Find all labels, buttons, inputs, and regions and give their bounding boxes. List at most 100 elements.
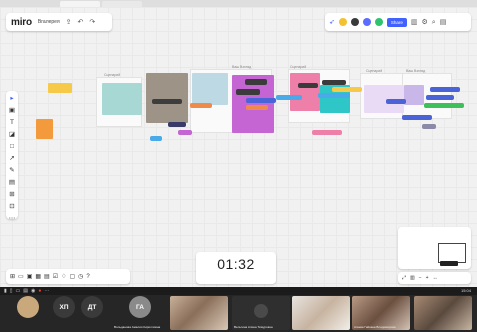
avatar[interactable] <box>350 18 359 26</box>
cursor-icon[interactable]: ▸ <box>10 95 13 102</box>
frame-icon[interactable]: ▣ <box>9 107 15 114</box>
search-icon[interactable]: ⌕ <box>432 19 436 26</box>
comment-icon[interactable]: ▤ <box>9 179 15 186</box>
text-tag[interactable] <box>168 122 186 127</box>
video-icon[interactable]: ▢ <box>70 273 76 280</box>
text-tag[interactable] <box>276 95 302 100</box>
settings-icon[interactable]: ⚙ <box>422 19 428 26</box>
upload-icon[interactable]: ⇪ <box>66 19 72 26</box>
comment-icon[interactable]: ▭ <box>18 273 24 280</box>
text-tag[interactable] <box>386 99 406 104</box>
grid-icon[interactable]: ⊞ <box>10 273 15 280</box>
minimap-viewport[interactable] <box>438 243 466 263</box>
undo-icon[interactable]: ↶ <box>78 19 84 26</box>
expand-icon[interactable]: ↔ <box>433 275 438 281</box>
text-icon[interactable]: T <box>10 119 14 126</box>
more-icon[interactable]: ⋯ <box>44 288 49 294</box>
timer-widget[interactable]: 01:32 <box>196 252 276 284</box>
participant-avatar: ДТ <box>81 296 103 318</box>
minimap[interactable] <box>398 227 471 269</box>
chat-icon[interactable]: ▤ <box>23 288 28 294</box>
clock: 15:04 <box>460 288 471 293</box>
layout-icon[interactable]: ▦ <box>35 273 41 280</box>
fit-icon[interactable]: ⤢ <box>402 275 406 281</box>
zoom-out-icon[interactable]: − <box>419 275 422 281</box>
board-name[interactable]: Вгалерея <box>38 19 60 25</box>
text-tag[interactable] <box>150 136 162 141</box>
participant-video[interactable]: Вельтина Алина Тимуровна <box>232 296 290 330</box>
chart-icon[interactable]: ▥ <box>411 19 418 26</box>
checklist-icon[interactable]: ☑ <box>53 273 58 280</box>
text-tag[interactable] <box>318 93 350 98</box>
text-tag[interactable] <box>332 87 362 92</box>
avatar[interactable] <box>374 18 383 26</box>
participant-video[interactable]: Агаева Гайкана Владимирова <box>352 296 410 330</box>
upload-icon[interactable]: ⊡ <box>9 203 14 210</box>
text-tag[interactable] <box>298 83 318 88</box>
participant-tile[interactable]: ДТ <box>78 296 106 330</box>
people-icon[interactable]: ◉ <box>31 288 35 294</box>
text-tag[interactable] <box>245 79 267 85</box>
video-icon[interactable]: ▯ <box>10 288 13 294</box>
map-icon[interactable]: ▥ <box>410 275 415 281</box>
bottom-toolbar: ⊞ ▭ ▣ ▦ ▤ ☑ ♢ ▢ ◷ ? <box>6 269 130 284</box>
board-header-bar: miro Вгалерея ⇪ ↶ ↷ <box>6 13 112 31</box>
participant-video[interactable] <box>414 296 472 330</box>
text-tag[interactable] <box>246 98 276 103</box>
participant-video[interactable] <box>170 296 228 330</box>
pen-icon[interactable]: ✎ <box>9 167 14 174</box>
redo-icon[interactable]: ↷ <box>89 19 95 26</box>
shape-icon[interactable]: □ <box>10 143 14 150</box>
text-tag[interactable] <box>312 130 342 135</box>
participant-video[interactable] <box>292 296 350 330</box>
share-button[interactable]: Share <box>386 17 407 27</box>
text-tag[interactable] <box>322 80 346 85</box>
avatar[interactable] <box>338 18 347 26</box>
text-tag[interactable] <box>422 124 436 129</box>
text-tag[interactable] <box>246 105 268 110</box>
sticky-note[interactable] <box>290 73 320 111</box>
notes-icon[interactable]: ▤ <box>440 19 447 26</box>
text-tag[interactable] <box>190 103 212 108</box>
sticky-note[interactable] <box>102 83 142 115</box>
vote-icon[interactable]: ♢ <box>61 273 66 280</box>
board-canvas[interactable]: Сценарий Ваш Взгляд Сценарий Сценарий Ва… <box>0 7 477 287</box>
text-tag[interactable] <box>430 87 460 92</box>
timer-value: 01:32 <box>217 256 255 272</box>
more-icon[interactable]: ⋯ <box>9 215 16 222</box>
text-tag[interactable] <box>426 95 454 100</box>
sticky-note[interactable] <box>404 85 424 105</box>
avatar[interactable] <box>362 18 371 26</box>
frame-label: Сценарий <box>290 65 307 69</box>
participant-name: Агаева Гайкана Владимирова <box>354 325 396 329</box>
participant-avatar: ХП <box>53 296 75 318</box>
participant-name: Вельтина Алина Тимуровна <box>234 325 273 329</box>
reactions-icon[interactable]: ➶ <box>329 19 335 26</box>
participant-tile[interactable]: ХП <box>50 296 78 330</box>
participant-tile[interactable]: ГА Вольданова Амалия Кирилловна <box>112 296 168 330</box>
share-screen-icon[interactable]: ▭ <box>16 288 21 294</box>
grid-icon[interactable]: ⊞ <box>9 191 14 198</box>
image-card[interactable] <box>146 73 188 123</box>
participant-avatar <box>254 304 268 318</box>
text-tag[interactable] <box>402 115 432 120</box>
help-icon[interactable]: ? <box>86 274 89 280</box>
board-icon[interactable]: ▤ <box>44 273 50 280</box>
participant-avatar: ГА <box>129 296 151 318</box>
text-tag[interactable] <box>236 89 260 95</box>
sticky-note[interactable] <box>36 119 53 139</box>
chat-icon[interactable]: ▣ <box>27 273 33 280</box>
participant-tile[interactable] <box>14 296 42 330</box>
text-tag[interactable] <box>152 99 182 104</box>
sticky-note-icon[interactable]: ◪ <box>9 131 15 138</box>
text-tag[interactable] <box>178 130 192 135</box>
mic-icon[interactable]: ▮ <box>4 288 7 294</box>
sticky-note[interactable] <box>192 73 228 105</box>
miro-logo: miro <box>11 16 32 28</box>
record-icon[interactable]: ● <box>38 288 41 294</box>
sticky-note[interactable] <box>48 83 72 93</box>
text-tag[interactable] <box>424 103 464 108</box>
connector-icon[interactable]: ↗ <box>9 155 14 162</box>
timer-icon[interactable]: ◷ <box>78 273 83 280</box>
zoom-in-icon[interactable]: + <box>426 275 429 281</box>
